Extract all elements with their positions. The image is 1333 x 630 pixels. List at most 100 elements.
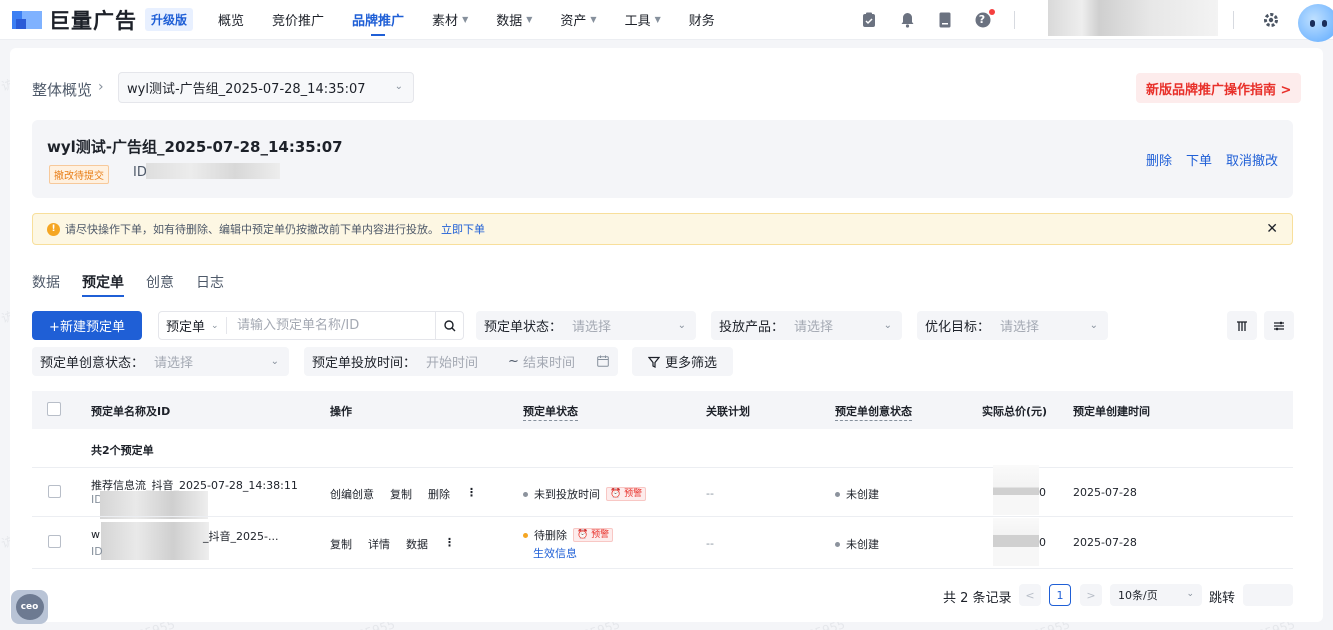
jump-page-input[interactable]	[1243, 584, 1293, 606]
assistant-mascot-icon[interactable]	[1294, 0, 1333, 48]
assistant-avatar[interactable]: ceo	[11, 590, 48, 624]
delete-button[interactable]: 删除	[1146, 150, 1172, 169]
price-suffix: 0	[1039, 486, 1046, 499]
status-dot	[523, 491, 528, 497]
start-time-input[interactable]: 开始时间	[426, 352, 478, 371]
nav-divider	[1233, 11, 1234, 29]
cancel-revision-button[interactable]: 取消撤改	[1226, 150, 1278, 169]
settings-icon[interactable]	[1262, 11, 1280, 29]
filter-settings-icon[interactable]	[1264, 311, 1294, 340]
order-status-filter[interactable]: 预定单状态： 请选择 ⌄	[476, 311, 696, 340]
price-redacted	[993, 465, 1039, 515]
tab-data[interactable]: 数据	[32, 272, 60, 296]
order-search-input[interactable]	[237, 318, 427, 333]
logo-icon	[12, 7, 46, 33]
column-creative-status[interactable]: 预定单创意状态	[835, 403, 912, 421]
more-options-icon[interactable]: ⋮	[466, 486, 477, 502]
menu-item-tools[interactable]: 工具 ▼	[625, 0, 661, 40]
creative-status-filter[interactable]: 预定单创意状态： 请选择 ⌄	[32, 347, 289, 376]
warning-icon: !	[47, 222, 60, 236]
price-suffix: 0	[1039, 536, 1046, 549]
prev-page-button[interactable]: <	[1019, 584, 1041, 606]
created-date: 2025-07-28	[1073, 486, 1137, 499]
pagination-total: 共 2 条记录	[943, 591, 1012, 606]
details-button[interactable]: 详情	[368, 536, 390, 552]
nav-icon-group: ?	[860, 0, 1012, 40]
order-name-suffix[interactable]: _抖音_2025-...	[203, 528, 278, 544]
menu-item-finance[interactable]: 财务	[689, 0, 715, 40]
goal-filter[interactable]: 优化目标： 请选择 ⌄	[917, 311, 1108, 340]
main-menu: 概览 竞价推广 品牌推广 素材 ▼ 数据 ▼ 资产 ▼ 工具 ▼ 财务	[218, 0, 743, 40]
chevron-down-icon: ⌄	[394, 81, 403, 92]
menu-item-assets[interactable]: 资产 ▼	[560, 0, 596, 40]
created-date: 2025-07-28	[1073, 536, 1137, 549]
copy-button[interactable]: 复制	[390, 486, 412, 502]
column-created: 预定单创建时间	[1073, 405, 1150, 418]
menu-item-data[interactable]: 数据 ▼	[496, 0, 532, 40]
funnel-icon	[647, 356, 660, 368]
next-page-button[interactable]: >	[1080, 584, 1102, 606]
copy-button[interactable]: 复制	[330, 536, 352, 552]
row-divider	[32, 516, 1293, 517]
order-button[interactable]: 下单	[1186, 150, 1212, 169]
delivery-time-filter[interactable]: 预定单投放时间： 开始时间 ~ 结束时间	[304, 347, 618, 376]
tab-creative[interactable]: 创意	[146, 272, 174, 296]
row-divider	[32, 467, 1293, 468]
row-checkbox[interactable]	[48, 485, 61, 498]
tab-log[interactable]: 日志	[196, 272, 224, 296]
clipboard-icon[interactable]	[860, 11, 878, 29]
order-id-redacted	[100, 491, 208, 519]
product-filter[interactable]: 投放产品： 请选择 ⌄	[711, 311, 902, 340]
delete-button[interactable]: 删除	[428, 486, 450, 502]
menu-item-overview[interactable]: 概览	[218, 0, 244, 40]
notification-dot	[989, 9, 995, 15]
creative-status: 未创建	[835, 486, 879, 502]
warning-tag: ⏰ 预警	[573, 528, 614, 542]
column-settings-icon[interactable]	[1227, 311, 1257, 340]
more-filters-button[interactable]: 更多筛选	[632, 347, 733, 376]
menu-item-material[interactable]: 素材 ▼	[432, 0, 468, 40]
order-name-prefix[interactable]: w	[91, 528, 100, 541]
effective-info-link[interactable]: 生效信息	[533, 545, 577, 561]
related-plan: --	[706, 487, 714, 500]
help-icon[interactable]: ?	[974, 9, 995, 29]
bell-icon[interactable]	[898, 11, 916, 29]
tab-orders[interactable]: 预定单	[82, 272, 124, 297]
calendar-icon	[597, 355, 609, 371]
new-order-button[interactable]: +新建预定单	[32, 311, 142, 340]
ad-group-select[interactable]: wyl测试-广告组_2025-07-28_14:35:07 ⌄	[118, 72, 414, 103]
date-separator: ~	[508, 354, 519, 369]
edit-creative-button[interactable]: 创编创意	[330, 486, 374, 502]
ad-group-select-value: wyl测试-广告组_2025-07-28_14:35:07	[127, 82, 366, 97]
document-icon[interactable]	[936, 11, 954, 29]
tab-bar: 数据 预定单 创意 日志	[32, 272, 246, 297]
more-options-icon[interactable]: ⋮	[444, 536, 455, 552]
caret-down-icon: ▼	[526, 15, 533, 24]
order-count: 共2个预定单	[91, 444, 154, 457]
end-time-input[interactable]: 结束时间	[523, 352, 575, 371]
close-icon[interactable]: ✕	[1266, 221, 1278, 237]
guide-button[interactable]: 新版品牌推广操作指南 >	[1136, 73, 1302, 103]
data-button[interactable]: 数据	[406, 536, 428, 552]
brand-logo[interactable]: 巨量广告 升级版	[12, 5, 200, 35]
order-id-label: ID	[91, 545, 103, 558]
search-type-select[interactable]: 预定单 ⌄	[159, 317, 227, 335]
menu-item-brand[interactable]: 品牌推广	[352, 0, 404, 40]
page-size-select[interactable]: 10条/页 ⌄	[1110, 584, 1202, 606]
user-account-area[interactable]	[1048, 0, 1218, 36]
ad-group-title: wyl测试-广告组_2025-07-28_14:35:07	[47, 138, 343, 156]
page-1-button[interactable]: 1	[1049, 584, 1071, 606]
creative-status: 未创建	[835, 536, 879, 552]
row-actions: 创编创意 复制 删除 ⋮	[330, 486, 493, 502]
row-checkbox[interactable]	[48, 535, 61, 548]
menu-item-bidding[interactable]: 竞价推广	[272, 0, 324, 40]
ad-group-summary	[32, 120, 1293, 198]
column-order-status[interactable]: 预定单状态	[523, 403, 578, 421]
order-now-link[interactable]: 立即下单	[441, 221, 485, 237]
select-all-checkbox[interactable]	[47, 402, 61, 416]
search-icon[interactable]	[435, 312, 463, 339]
breadcrumb-overview[interactable]: 整体概览	[32, 79, 92, 100]
order-status: 未到投放时间 ⏰ 预警	[523, 486, 647, 502]
upgrade-badge: 升级版	[145, 8, 194, 31]
status-dot	[835, 491, 840, 497]
